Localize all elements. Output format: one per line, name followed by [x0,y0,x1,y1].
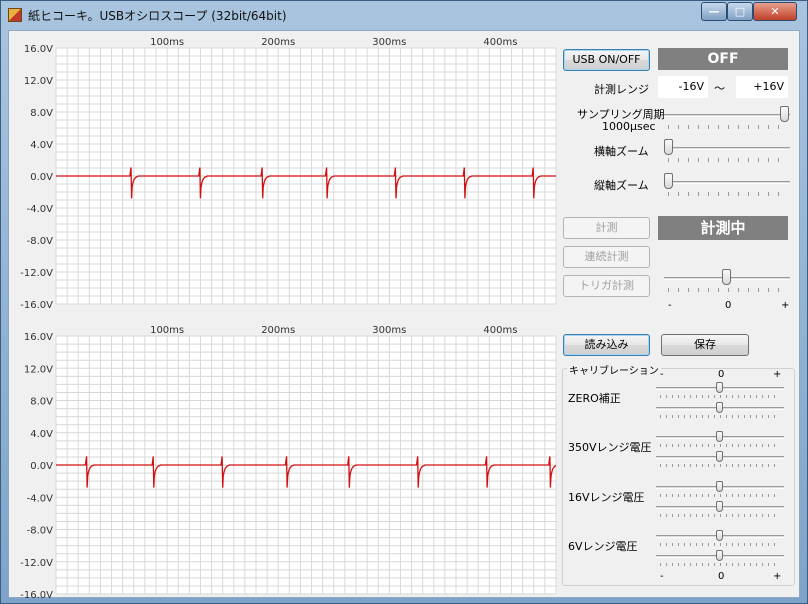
v-zoom-slider[interactable] [664,173,790,197]
cal-slider-2-fine[interactable] [656,501,784,519]
cal-slider-thumb[interactable] [716,550,723,561]
cal-label-0: ZERO補正 [568,392,621,405]
scope1-y-tick-label: 12.0V [24,76,53,87]
trigger-level-slider-thumb[interactable] [722,269,731,285]
usb-status-display: OFF [658,48,788,70]
oscilloscope-bottom: 16.0V 12.0V 8.0V 4.0V 0.0V -4.0V -8.0V -12.0V -1… [8,320,558,601]
scope2-plot: 16.0V 12.0V 8.0V 4.0V 0.0V -4.0V -8.0V -12.0V -1… [20,325,557,601]
cal-bottom-plus: + [773,571,782,582]
range-max-field[interactable]: +16V [736,76,788,98]
scope1-y-tick-label: -16.0V [20,300,53,308]
cal-slider-thumb[interactable] [716,451,723,462]
oscilloscope-top: 16.0V 12.0V 8.0V 4.0V 0.0V -4.0V -8.0V -12.0V -1… [8,32,558,311]
cal-slider-thumb[interactable] [716,530,723,541]
cal-bottom-minus: - [660,571,664,582]
cal-top-plus: + [773,369,782,380]
measure-button[interactable]: 計測 [563,217,650,239]
cal-slider-thumb[interactable] [716,501,723,512]
cal-top-minus: - [660,369,664,380]
save-button[interactable]: 保存 [661,334,749,356]
minimize-button[interactable]: — [701,2,727,21]
cal-slider-thumb[interactable] [716,431,723,442]
trigger-measure-button[interactable]: トリガ計測 [563,275,650,297]
sampling-value: 1000μsec [602,120,656,133]
trigger-zero-label: 0 [725,300,732,311]
cal-slider-2-coarse[interactable] [656,481,784,499]
cal-slider-0-coarse[interactable] [656,382,784,400]
v-zoom-label: 縦軸ズーム [594,179,649,192]
title-bar[interactable]: 紙ヒコーキ。USBオシロスコープ (32bit/64bit) — □ ✕ [1,1,807,29]
cal-slider-0-fine[interactable] [656,402,784,420]
trigger-plus-label: + [781,300,790,311]
scope1-x-tick-label: 300ms [372,37,406,48]
app-icon [8,8,22,22]
cal-label-2: 16Vレンジ電圧 [568,491,645,504]
continuous-measure-button[interactable]: 連続計測 [563,246,650,268]
scope1-y-tick-label: -8.0V [27,236,54,247]
measure-status-display: 計測中 [658,216,788,240]
scope2-y-tick-label: -8.0V [27,526,54,537]
sampling-slider[interactable] [664,106,790,130]
scope2-y-tick-label: 0.0V [30,461,53,472]
scope1-x-tick-label: 200ms [261,37,295,48]
cal-top-zero: 0 [718,369,725,380]
scope2-y-tick-label: 8.0V [30,397,53,408]
scope1-x-tick-label: 400ms [483,37,517,48]
scope2-y-tick-label: -4.0V [27,493,54,504]
h-zoom-slider-thumb[interactable] [664,139,673,155]
scope2-x-tick-label: 100ms [150,325,184,336]
client-area: 16.0V 12.0V 8.0V 4.0V 0.0V -4.0V -8.0V -12.0V -1… [8,30,800,601]
h-zoom-slider[interactable] [664,139,790,163]
usb-on-off-button[interactable]: USB ON/OFF [563,49,650,71]
v-zoom-slider-thumb[interactable] [664,173,673,189]
window-title: 紙ヒコーキ。USBオシロスコープ (32bit/64bit) [28,9,287,23]
cal-slider-thumb[interactable] [716,382,723,393]
app-window: 紙ヒコーキ。USBオシロスコープ (32bit/64bit) — □ ✕ 16.… [0,0,808,604]
cal-slider-thumb[interactable] [716,481,723,492]
trigger-level-slider[interactable] [664,269,790,293]
cal-slider-3-fine[interactable] [656,550,784,568]
scope1-y-tick-label: 8.0V [30,108,53,119]
scope2-y-tick-label: -12.0V [20,558,53,569]
scope2-x-tick-label: 300ms [372,325,406,336]
scope1-x-tick-label: 100ms [150,37,184,48]
h-zoom-label: 横軸ズーム [594,145,649,158]
scope1-y-tick-label: -12.0V [20,268,53,279]
scope1-y-tick-label: 4.0V [30,140,53,151]
scope1-plot: 16.0V 12.0V 8.0V 4.0V 0.0V -4.0V -8.0V -12.0V -1… [20,37,557,311]
scope1-y-tick-label: 16.0V [24,44,53,55]
scope2-y-tick-label: 12.0V [24,364,53,375]
scope1-y-tick-label: -4.0V [27,204,54,215]
scope1-y-tick-label: 0.0V [30,172,53,183]
range-min-field[interactable]: -16V [658,76,708,98]
close-button[interactable]: ✕ [753,2,797,21]
load-button[interactable]: 読み込み [563,334,650,356]
cal-bottom-zero: 0 [718,571,725,582]
cal-slider-thumb[interactable] [716,402,723,413]
cal-slider-1-coarse[interactable] [656,431,784,449]
range-separator: 〜 [714,82,725,95]
range-label: 計測レンジ [594,83,649,96]
trigger-minus-label: - [668,300,672,311]
scope2-x-tick-label: 200ms [261,325,295,336]
cal-label-3: 6Vレンジ電圧 [568,540,638,553]
scope2-x-tick-label: 400ms [483,325,517,336]
cal-slider-3-coarse[interactable] [656,530,784,548]
scope2-y-tick-label: 16.0V [24,332,53,343]
calibration-title: キャリブレーション [567,362,661,377]
sampling-slider-thumb[interactable] [780,106,789,122]
cal-slider-1-fine[interactable] [656,451,784,469]
scope2-y-tick-label: 4.0V [30,429,53,440]
maximize-button[interactable]: □ [727,2,753,21]
scope2-y-tick-label: -16.0V [20,590,53,598]
cal-label-1: 350Vレンジ電圧 [568,441,652,454]
